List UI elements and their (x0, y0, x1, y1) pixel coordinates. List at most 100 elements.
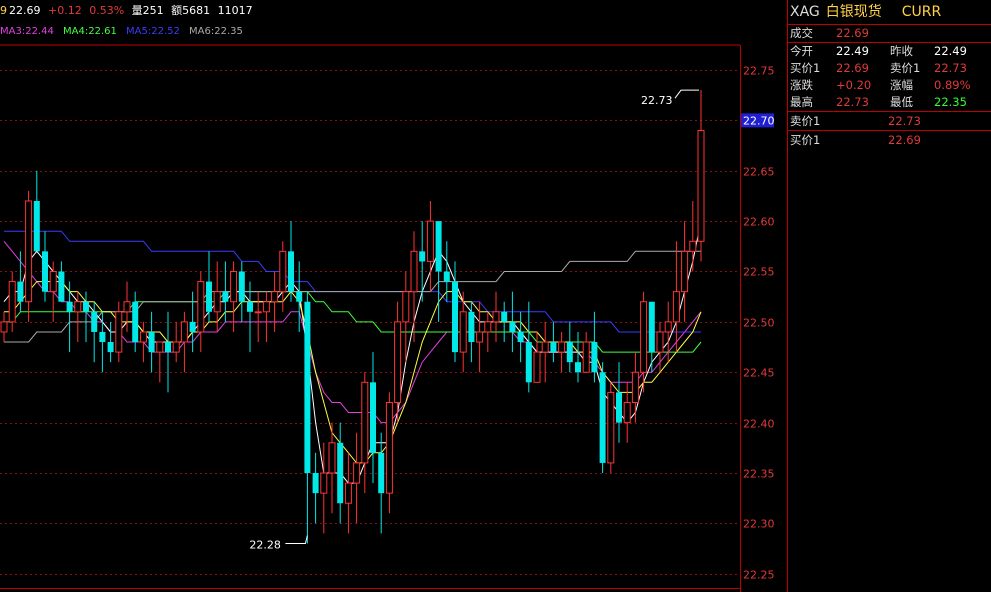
candle-body-up (262, 301, 270, 313)
candle-body-down (247, 301, 253, 312)
quote-row-trade: 成交 22.69 (788, 25, 991, 42)
ask-label: 卖价1 (790, 114, 821, 128)
candle-body-down (107, 342, 114, 353)
current-price-label: 22.70 (743, 114, 775, 127)
candle-body-up (631, 371, 639, 403)
candle-body-up (197, 281, 205, 333)
price-tick-label: 22.40 (743, 418, 775, 431)
low-value: 22.35 (934, 95, 967, 109)
candle-body-up (74, 301, 82, 313)
candle-body-down (378, 452, 385, 494)
instrument-code: XAG (790, 4, 820, 20)
ma5-legend: MA5:22.52 (126, 26, 180, 37)
candle-body-up (672, 291, 680, 323)
candle-body-up (697, 129, 705, 242)
candle-body-up (25, 200, 33, 303)
candle-body-up (213, 291, 221, 313)
candle-body-down (288, 251, 294, 292)
quote-panel: XAG 白银现货 CURR 成交 22.69 今开 22.49 昨收 22.49 买… (788, 0, 991, 592)
candle-body-up (385, 401, 393, 494)
candle-body-up (180, 321, 188, 343)
price-axis: 22.75 22.70 22.65 22.60 22.55 22.50 22.45 22.40… (741, 65, 775, 582)
change-pct-label: 涨幅 (890, 78, 913, 92)
low-marker-label: 22.28 (249, 539, 281, 552)
candle-body-up (254, 311, 262, 314)
prev-close-value: 22.49 (934, 44, 967, 58)
candle-body-down (238, 271, 245, 302)
candle-body-down (91, 311, 98, 332)
ma4-legend: MA4:22.61 (63, 26, 117, 37)
price-change-pct: 0.53% (89, 4, 125, 17)
low-label: 最低 (890, 95, 913, 109)
trade-value: 22.69 (836, 26, 869, 40)
candle-body-down (337, 442, 344, 504)
candle-body-down (132, 301, 139, 343)
candle-body-up (402, 291, 410, 323)
candle-body-down (222, 291, 229, 302)
candle-body-up (656, 331, 664, 353)
price-tick-label: 22.45 (743, 367, 775, 380)
candle-body-up (484, 321, 492, 333)
ma-legend: MA3:22.44 MA4:22.61 MA5:22.52 MA6:22.35 (0, 22, 740, 42)
high-marker-line (674, 89, 699, 99)
prev-close-label: 昨收 (890, 44, 913, 58)
price-change: +0.12 (48, 4, 82, 17)
candle-body-up (320, 472, 328, 494)
quote-row-change: 涨跌 +0.20 涨幅 0.89% (788, 77, 991, 94)
open-label: 今开 (790, 44, 813, 58)
price-tick-label: 22.75 (743, 65, 775, 78)
last-price: 22.69 (9, 4, 41, 17)
quote-row-bidask: 买价1 22.69 卖价1 22.73 (788, 60, 991, 77)
candle-body-up (279, 250, 287, 293)
ask1-value: 22.73 (934, 61, 967, 75)
candle-body-up (689, 240, 697, 252)
candle-body-down (501, 311, 508, 322)
candle-body-down (452, 281, 458, 353)
currency-label: CURR (901, 4, 942, 20)
candle-body-up (607, 391, 615, 464)
kline-chart[interactable]: 22.75 22.70 22.65 22.60 22.55 22.50 22.45 22.40… (0, 0, 788, 592)
candle-body-up (410, 250, 418, 293)
price-tick-label: 22.65 (743, 166, 775, 179)
change-pct-value: 0.89% (934, 78, 971, 92)
candle-body-down (296, 291, 303, 302)
price-tick-label: 22.55 (743, 266, 775, 279)
candle-body-down (304, 301, 311, 473)
candle-body-up (115, 311, 123, 353)
candle-body-up (123, 301, 131, 313)
price-gridlines (0, 0, 788, 592)
candle-body-down (468, 311, 475, 343)
candle-body-down (83, 301, 89, 312)
candle-body-down (435, 221, 442, 272)
candle-body-up (230, 271, 238, 303)
price-tick-label: 22.25 (743, 569, 775, 582)
candle-body-down (525, 342, 532, 383)
candle-body-up (426, 220, 434, 262)
candle-body-down (566, 342, 573, 363)
candle-body-up (394, 321, 402, 403)
amount: 额5681 (171, 4, 211, 17)
candle-body-up (156, 341, 164, 353)
candle-body-down (370, 382, 376, 453)
candle-body-down (58, 271, 65, 302)
ma-line-ma6 (4, 250, 701, 343)
candle-body-down (206, 281, 212, 312)
candle-body-down (312, 473, 319, 494)
candle-body-down (419, 251, 426, 262)
price-tick-label: 22.50 (743, 317, 775, 330)
ask-value: 22.73 (888, 114, 921, 128)
candle-body-up (139, 331, 147, 343)
quote-summary-bar: 9 22.69 +0.12 0.53% 量251 额5681 11017 (0, 0, 785, 22)
price-tick-label: 22.60 (743, 216, 775, 229)
candle-body-down (599, 372, 606, 463)
candle-body-down (591, 342, 598, 373)
candle-body-down (443, 271, 450, 282)
candle-body-up (172, 341, 180, 353)
instrument-title: XAG 白银现货 CURR (788, 0, 991, 25)
candle-body-down (42, 251, 48, 292)
candle-body-up (533, 351, 541, 383)
change-label: 涨跌 (790, 78, 813, 92)
candle-body-down (616, 392, 622, 423)
candle-body-down (509, 321, 516, 332)
open-value: 22.49 (836, 44, 869, 58)
